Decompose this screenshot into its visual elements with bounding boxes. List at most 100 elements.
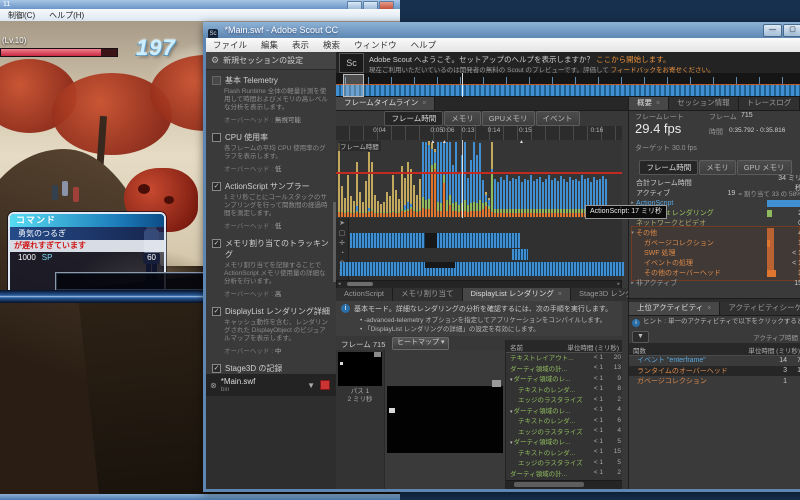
time-ruler[interactable]: 0:040:050:060:130:140:150:16 xyxy=(336,126,622,141)
summary-row[interactable]: アクティブ19= 割り当て 33 の 58% xyxy=(629,188,800,198)
expand-arrow[interactable]: ▾ xyxy=(629,230,636,236)
ruler-label-4: 0:14 xyxy=(488,127,501,134)
summary-row[interactable]: ▸非アクティブ15 xyxy=(629,278,800,288)
summary-row[interactable]: イベントの処理< 1 xyxy=(629,258,800,268)
frame-bars[interactable] xyxy=(338,140,622,217)
checkbox[interactable]: ✓ xyxy=(212,307,221,316)
expand-arrow[interactable]: ▸ xyxy=(629,280,636,286)
scout-titlebar[interactable]: Sc *Main.swf - Adobe Scout CC — ▢ xyxy=(203,22,800,38)
session-overview-graph[interactable] xyxy=(336,73,800,97)
activity-row[interactable]: ランタイムのオーバーヘッド31 xyxy=(629,366,800,377)
scout-minimize-button[interactable]: — xyxy=(763,24,782,37)
scroll-left-arrow[interactable]: ◂ xyxy=(338,281,341,287)
game-titlebar[interactable]: 11 xyxy=(0,0,400,9)
game-minimize-button[interactable] xyxy=(347,1,362,9)
scout-menu-item-0[interactable]: ファイル xyxy=(206,39,254,51)
command-item[interactable]: 勇気のつるぎ xyxy=(10,227,164,240)
render-table-row[interactable]: テキストのレンダ...< 16 xyxy=(506,415,622,426)
checkbox[interactable]: ✓ xyxy=(212,364,221,373)
close-icon[interactable]: × xyxy=(558,291,562,298)
activity-row[interactable]: ガベージコレクション1 xyxy=(629,376,800,387)
summary-row[interactable]: SWF 処理< 1 xyxy=(629,248,800,258)
render-table-row[interactable]: ▾ダーティ領域のレ...< 19 xyxy=(506,373,622,384)
summary-row[interactable]: ネットワークとビデオ0 xyxy=(629,218,800,228)
pass-thumbnail[interactable] xyxy=(338,352,382,386)
stop-recording-button[interactable] xyxy=(320,380,330,390)
game-close-button[interactable] xyxy=(379,1,394,9)
scroll-right-arrow[interactable]: ▸ xyxy=(617,281,620,287)
render-table-row[interactable]: テキストのレンダ...< 115 xyxy=(506,447,622,458)
filter-button[interactable]: ▼ xyxy=(632,331,649,343)
pan-tool-icon[interactable]: ✛ xyxy=(339,240,345,248)
session-close-icon[interactable]: ⊗ xyxy=(210,381,217,390)
game-maximize-button[interactable] xyxy=(363,1,378,9)
detail-tab-0[interactable]: ActionScript xyxy=(336,288,393,301)
render-table-row[interactable]: エッジのラスタライズ< 15 xyxy=(506,457,622,468)
displaylist-strip-2[interactable] xyxy=(512,249,528,260)
expand-arrow[interactable]: ▾ xyxy=(510,409,513,415)
frame-time-chart[interactable]: フレーム時間 ▲▲▲ xyxy=(336,140,622,218)
game-menu-item-0[interactable]: 制御(C) xyxy=(8,10,35,21)
summary-mode-0[interactable]: フレーム時間 xyxy=(639,160,698,175)
scout-menu-item-2[interactable]: 表示 xyxy=(285,39,316,51)
detail-tab-1[interactable]: メモリ割り当て xyxy=(393,288,463,301)
render-table-row[interactable]: エッジのラスタライズ< 12 xyxy=(506,394,622,405)
heatmap-dropdown[interactable]: ヒートマップ ▾ xyxy=(392,337,449,350)
tab-frame-timeline[interactable]: フレームタイムライン× xyxy=(336,97,435,110)
mode-button-0[interactable]: フレーム時間 xyxy=(384,111,443,126)
mode-button-1[interactable]: メモリ xyxy=(444,111,481,126)
render-preview-canvas xyxy=(387,386,503,453)
checkbox[interactable] xyxy=(212,76,221,85)
render-table-scrollbar[interactable] xyxy=(506,480,622,489)
scout-maximize-button[interactable]: ▢ xyxy=(783,24,800,37)
checkbox[interactable]: ✓ xyxy=(212,182,221,191)
session-item[interactable]: ⊗ *Main.swf bin ▼ xyxy=(206,374,336,396)
close-icon[interactable]: × xyxy=(422,100,426,107)
get-started-link[interactable]: ここから開始します。 xyxy=(596,55,670,64)
clock-icon[interactable]: ◔ xyxy=(340,250,344,258)
close-icon[interactable]: × xyxy=(707,305,711,312)
scout-menu-item-4[interactable]: ウィンドウ xyxy=(347,39,404,51)
activities-tab-0[interactable]: 上位アクティビティ× xyxy=(629,302,720,315)
summary-row[interactable]: その他のオーバーヘッド3 xyxy=(629,268,800,278)
activity-row[interactable]: イベント "enterframe"147 xyxy=(629,355,800,366)
game-menu-item-1[interactable]: ヘルプ(H) xyxy=(49,10,84,21)
metric-value: 3 xyxy=(772,270,800,277)
session-subtitle: bin xyxy=(221,386,307,394)
render-table-row[interactable]: ▾ダーティ領域のレ...< 15 xyxy=(506,436,622,447)
summary-tab-2[interactable]: トレースログ xyxy=(739,97,800,110)
mode-button-2[interactable]: GPUメモリ xyxy=(482,111,535,126)
render-preview[interactable] xyxy=(384,350,506,489)
op-name: ダーティ領域の計... xyxy=(506,363,583,373)
detail-tab-2[interactable]: DisplayList レンダリング× xyxy=(463,288,571,301)
summary-row[interactable]: ▾その他4 xyxy=(629,228,800,238)
render-table-row[interactable]: テキストレイアウト...< 120 xyxy=(506,352,622,363)
scout-menu-item-5[interactable]: ヘルプ xyxy=(404,39,444,51)
render-table-row[interactable]: エッジのラスタライズ< 14 xyxy=(506,426,622,437)
render-table-row[interactable]: ▾ダーティ領域のレ...< 14 xyxy=(506,405,622,416)
summary-row[interactable]: 合計フレーム時間34 ミリ秒 xyxy=(629,178,800,188)
render-table-row[interactable]: ダーティ領域の計...< 113 xyxy=(506,363,622,374)
section-title: DisplayList レンダリング詳細 xyxy=(225,306,330,317)
close-icon[interactable]: × xyxy=(656,100,660,107)
expand-arrow[interactable]: ▾ xyxy=(510,440,513,446)
summary-tab-0[interactable]: 概要× xyxy=(629,97,669,110)
scrollbar-thumb[interactable] xyxy=(347,282,373,286)
overview-selection[interactable] xyxy=(343,74,364,97)
frame-tool-icon[interactable]: ▢ xyxy=(339,230,346,238)
activities-tab-1[interactable]: アクティビティシーケンス xyxy=(720,302,800,315)
render-table-row[interactable]: ダーティ領域の計...< 12 xyxy=(506,468,622,479)
stage3d-strip[interactable] xyxy=(340,262,624,276)
summary-row[interactable]: ガベージコレクション1 xyxy=(629,238,800,248)
filter-icon[interactable]: ▼ xyxy=(307,381,315,390)
checkbox[interactable]: ✓ xyxy=(212,239,221,248)
scout-menu-item-1[interactable]: 編集 xyxy=(254,39,285,51)
render-table-row[interactable]: テキストのレンダ...< 18 xyxy=(506,384,622,395)
select-tool-icon[interactable]: ➤ xyxy=(339,220,345,228)
expand-arrow[interactable]: ▾ xyxy=(510,377,513,383)
scout-menu-item-3[interactable]: 検索 xyxy=(316,39,347,51)
mode-button-3[interactable]: イベント xyxy=(536,111,580,126)
summary-tab-1[interactable]: セッション情報 xyxy=(669,97,739,110)
checkbox[interactable] xyxy=(212,133,221,142)
summary-mode-1[interactable]: メモリ xyxy=(699,160,736,175)
